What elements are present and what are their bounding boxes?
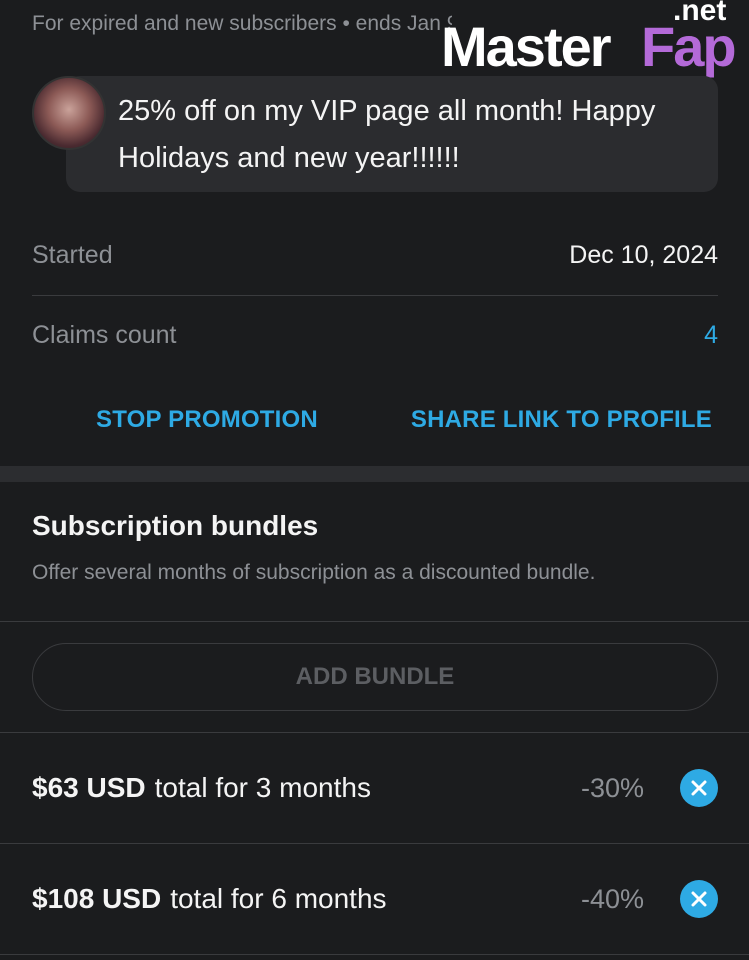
bundle-price: $108 USD xyxy=(32,883,162,914)
started-label: Started xyxy=(32,240,113,269)
close-icon xyxy=(691,891,707,907)
remove-bundle-button[interactable] xyxy=(680,769,718,807)
promotion-audience: For expired and new subscribers • ends J… xyxy=(32,12,452,35)
bundle-duration: total for 3 months xyxy=(154,772,371,803)
claims-count-label: Claims count xyxy=(32,320,177,349)
divider xyxy=(0,954,749,955)
promotion-actions: STOP PROMOTION SHARE LINK TO PROFILE xyxy=(32,390,718,450)
remove-bundle-button[interactable] xyxy=(680,880,718,918)
close-icon xyxy=(691,780,707,796)
add-bundle-button[interactable]: ADD BUNDLE xyxy=(32,643,718,711)
claims-count-value[interactable]: 4 xyxy=(704,321,718,350)
section-title: Subscription bundles xyxy=(32,510,319,541)
watermark-logo: Master Fap .net xyxy=(441,0,747,82)
started-value: Dec 10, 2024 xyxy=(569,240,718,269)
bundle-price: $63 USD xyxy=(32,772,146,803)
section-divider xyxy=(0,466,749,482)
bundle-discount: -40% xyxy=(580,883,644,914)
divider xyxy=(0,621,749,622)
watermark-master: Master xyxy=(441,15,612,78)
section-description: Offer several months of subscription as … xyxy=(32,561,596,584)
bundle-discount: -30% xyxy=(580,772,644,803)
started-row: Started Dec 10, 2024 xyxy=(32,215,718,295)
promotion-message: 25% off on my VIP page all month! Happy … xyxy=(118,95,656,174)
share-link-button[interactable]: SHARE LINK TO PROFILE xyxy=(405,406,718,434)
claims-count-row: Claims count 4 xyxy=(32,295,718,375)
bundle-item: $63 USD total for 3 months -30% xyxy=(32,733,718,843)
bundle-duration: total for 6 months xyxy=(170,883,387,914)
bundle-item: $108 USD total for 6 months -40% xyxy=(32,844,718,954)
promotion-message-bubble: 25% off on my VIP page all month! Happy … xyxy=(66,76,718,192)
stop-promotion-button[interactable]: STOP PROMOTION xyxy=(90,406,324,434)
watermark-net: .net xyxy=(673,0,727,27)
avatar[interactable] xyxy=(32,76,106,150)
